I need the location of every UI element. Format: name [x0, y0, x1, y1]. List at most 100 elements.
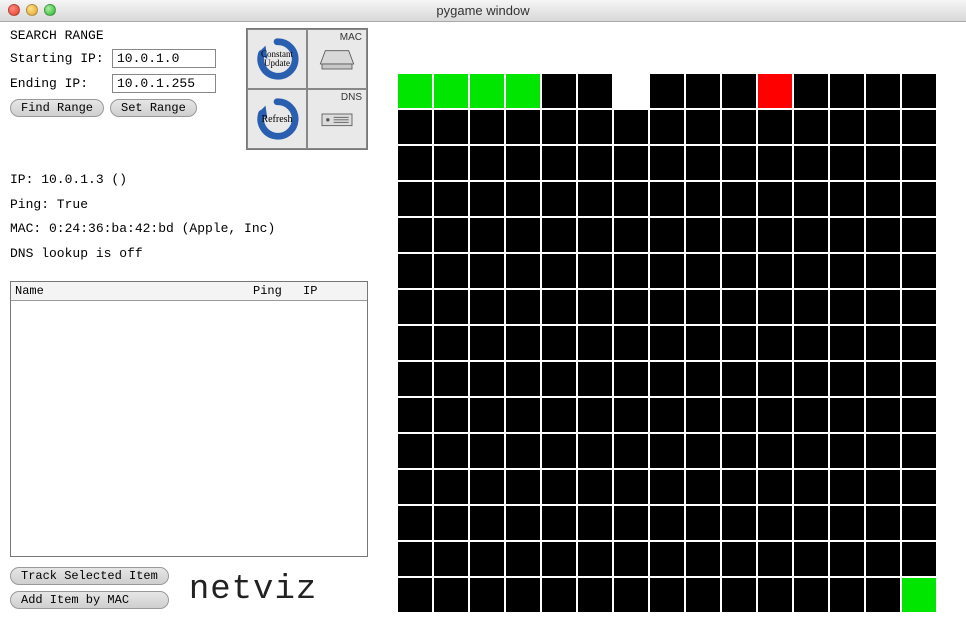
ip-cell[interactable] — [542, 434, 576, 468]
ip-cell[interactable] — [902, 218, 936, 252]
ip-cell[interactable] — [758, 542, 792, 576]
ip-cell[interactable] — [866, 542, 900, 576]
ip-cell[interactable] — [578, 182, 612, 216]
ip-cell[interactable] — [866, 146, 900, 180]
ip-cell[interactable] — [794, 182, 828, 216]
ip-cell[interactable] — [686, 74, 720, 108]
ip-cell[interactable] — [470, 506, 504, 540]
ip-cell[interactable] — [578, 110, 612, 144]
ip-cell[interactable] — [902, 146, 936, 180]
ip-cell[interactable] — [578, 578, 612, 612]
ip-grid[interactable] — [396, 72, 938, 614]
ip-cell[interactable] — [434, 362, 468, 396]
ip-cell[interactable] — [866, 110, 900, 144]
ip-cell[interactable] — [434, 218, 468, 252]
ip-cell[interactable] — [794, 362, 828, 396]
ip-cell[interactable] — [722, 362, 756, 396]
ip-cell[interactable] — [542, 182, 576, 216]
ip-cell[interactable] — [614, 326, 648, 360]
ip-cell[interactable] — [866, 362, 900, 396]
ip-cell[interactable] — [650, 182, 684, 216]
ip-cell[interactable] — [542, 218, 576, 252]
ip-cell[interactable] — [758, 326, 792, 360]
ip-cell[interactable] — [866, 434, 900, 468]
ip-cell[interactable] — [470, 542, 504, 576]
ip-cell[interactable] — [578, 74, 612, 108]
ip-cell[interactable] — [866, 506, 900, 540]
ip-cell[interactable] — [506, 398, 540, 432]
ip-cell[interactable] — [650, 110, 684, 144]
ip-cell[interactable] — [578, 506, 612, 540]
ip-cell[interactable] — [830, 326, 864, 360]
ip-cell[interactable] — [398, 110, 432, 144]
ip-cell[interactable] — [506, 434, 540, 468]
ip-cell[interactable] — [614, 254, 648, 288]
ip-cell[interactable] — [470, 362, 504, 396]
add-by-mac-button[interactable]: Add Item by MAC — [10, 591, 169, 609]
close-icon[interactable] — [8, 4, 20, 16]
ip-cell[interactable] — [830, 398, 864, 432]
ip-cell[interactable] — [434, 146, 468, 180]
ip-cell[interactable] — [506, 506, 540, 540]
ip-cell[interactable] — [722, 398, 756, 432]
ip-cell[interactable] — [830, 146, 864, 180]
ip-cell[interactable] — [470, 146, 504, 180]
ip-cell[interactable] — [650, 398, 684, 432]
ip-cell[interactable] — [542, 326, 576, 360]
ip-cell[interactable] — [470, 74, 504, 108]
ip-cell[interactable] — [614, 398, 648, 432]
ip-cell[interactable] — [398, 434, 432, 468]
ip-cell[interactable] — [434, 434, 468, 468]
ip-cell[interactable] — [758, 110, 792, 144]
ip-cell[interactable] — [758, 578, 792, 612]
ip-cell[interactable] — [470, 218, 504, 252]
ip-cell[interactable] — [686, 506, 720, 540]
ip-cell[interactable] — [902, 182, 936, 216]
ip-cell[interactable] — [506, 218, 540, 252]
ip-cell[interactable] — [722, 110, 756, 144]
ip-cell[interactable] — [794, 578, 828, 612]
ip-cell[interactable] — [722, 578, 756, 612]
ip-cell[interactable] — [614, 182, 648, 216]
ip-cell[interactable] — [686, 542, 720, 576]
ip-cell[interactable] — [578, 146, 612, 180]
ip-cell[interactable] — [614, 506, 648, 540]
ip-cell[interactable] — [542, 470, 576, 504]
ip-cell[interactable] — [542, 398, 576, 432]
ip-cell[interactable] — [434, 290, 468, 324]
ip-cell[interactable] — [830, 506, 864, 540]
ip-cell[interactable] — [722, 542, 756, 576]
ip-cell[interactable] — [758, 506, 792, 540]
ip-cell[interactable] — [758, 362, 792, 396]
ip-cell[interactable] — [398, 398, 432, 432]
ip-cell[interactable] — [902, 326, 936, 360]
ip-cell[interactable] — [686, 398, 720, 432]
ip-cell[interactable] — [722, 290, 756, 324]
ip-cell[interactable] — [398, 74, 432, 108]
ip-cell[interactable] — [758, 254, 792, 288]
ip-cell[interactable] — [866, 578, 900, 612]
ip-cell[interactable] — [650, 254, 684, 288]
ip-cell[interactable] — [614, 362, 648, 396]
ip-cell[interactable] — [614, 290, 648, 324]
ip-cell[interactable] — [542, 578, 576, 612]
ip-cell[interactable] — [578, 290, 612, 324]
ip-cell[interactable] — [902, 254, 936, 288]
ip-cell[interactable] — [398, 290, 432, 324]
ip-cell[interactable] — [722, 434, 756, 468]
ip-cell[interactable] — [434, 254, 468, 288]
ip-cell[interactable] — [902, 470, 936, 504]
ip-cell[interactable] — [758, 146, 792, 180]
ip-cell[interactable] — [398, 326, 432, 360]
ip-cell[interactable] — [686, 182, 720, 216]
ip-cell[interactable] — [434, 182, 468, 216]
ip-cell[interactable] — [794, 110, 828, 144]
ip-cell[interactable] — [470, 578, 504, 612]
ip-cell[interactable] — [830, 542, 864, 576]
ip-cell[interactable] — [830, 74, 864, 108]
ip-cell[interactable] — [650, 578, 684, 612]
ip-cell[interactable] — [506, 470, 540, 504]
ip-cell[interactable] — [758, 398, 792, 432]
ip-cell[interactable] — [758, 290, 792, 324]
ip-cell[interactable] — [470, 254, 504, 288]
